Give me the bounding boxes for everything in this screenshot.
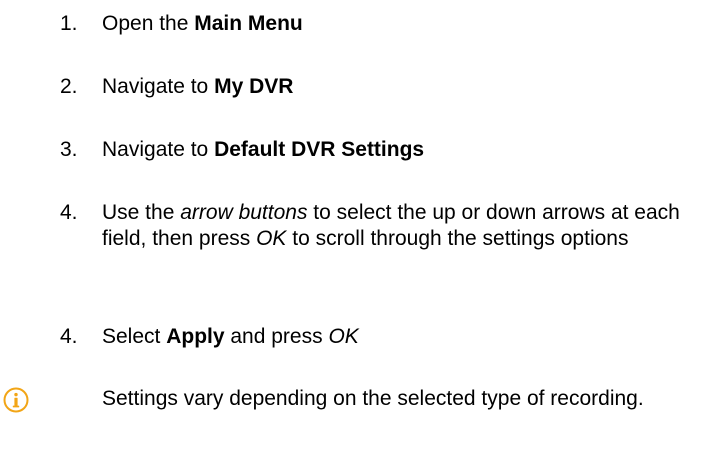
step-text: Navigate to Default DVR Settings — [102, 137, 708, 163]
step-1: 1. Open the Main Menu — [60, 11, 710, 37]
key-name-arrow-buttons: arrow buttons — [180, 201, 308, 224]
instruction-document: 1. Open the Main Menu 2. Navigate to My … — [0, 0, 714, 460]
step-number: 1. — [60, 12, 78, 35]
step-text: Select Apply and press OK — [102, 324, 708, 350]
step-number: 2. — [60, 75, 78, 98]
step-text-part: to scroll through the settings options — [286, 227, 629, 250]
step-2: 2. Navigate to My DVR — [60, 74, 710, 100]
step-4: 4. Use the arrow buttons to select the u… — [60, 200, 710, 252]
step-text-part: and press — [224, 325, 329, 348]
step-text-part: Select — [102, 325, 167, 348]
note-text: Settings vary depending on the selected … — [102, 387, 644, 410]
step-number: 4. — [60, 201, 78, 224]
step-number: 4. — [60, 325, 78, 348]
step-text: Open the Main Menu — [102, 11, 708, 37]
step-3: 3. Navigate to Default DVR Settings — [60, 137, 710, 163]
info-icon — [3, 387, 29, 413]
step-number: 3. — [60, 138, 78, 161]
menu-name-my-dvr: My DVR — [214, 75, 294, 98]
step-text-part: Open the — [102, 12, 195, 35]
step-text: Navigate to My DVR — [102, 74, 708, 100]
key-name-ok: OK — [256, 227, 287, 250]
menu-name-apply: Apply — [166, 325, 225, 348]
step-text: Use the arrow buttons to select the up o… — [102, 200, 708, 252]
step-text-part: Use the — [102, 201, 181, 224]
step-5: 4. Select Apply and press OK — [60, 324, 710, 350]
step-text-part: Navigate to — [102, 75, 215, 98]
menu-name-default-dvr-settings: Default DVR Settings — [214, 138, 425, 161]
step-text-part: Navigate to — [102, 138, 215, 161]
menu-name-main-menu: Main Menu — [194, 12, 303, 35]
key-name-ok: OK — [328, 325, 359, 348]
